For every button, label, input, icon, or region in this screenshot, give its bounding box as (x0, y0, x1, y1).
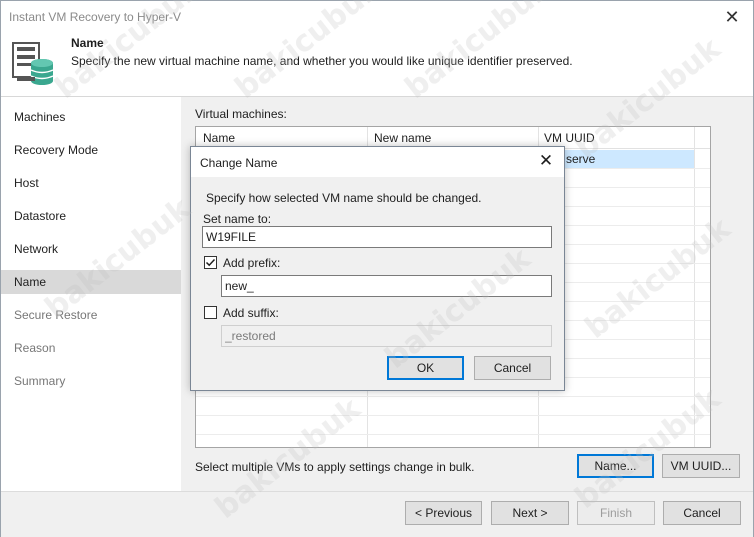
dialog-title: Change Name (200, 156, 278, 170)
previous-button[interactable]: < Previous (405, 501, 482, 525)
virtual-machines-label: Virtual machines: (195, 107, 287, 121)
window-title: Instant VM Recovery to Hyper-V (9, 10, 182, 24)
next-button[interactable]: Next > (491, 501, 569, 525)
sidebar-item-name[interactable]: Name (1, 270, 181, 294)
dialog-close-icon[interactable]: ✕ (536, 151, 556, 171)
dialog-title-bar: Change Name ✕ (191, 147, 564, 177)
suffix-checkbox[interactable] (204, 306, 217, 319)
wizard-steps-sidebar: Machines Recovery Mode Host Datastore Ne… (1, 97, 181, 491)
bulk-change-hint: Select multiple VMs to apply settings ch… (195, 460, 475, 474)
title-bar: Instant VM Recovery to Hyper-V ✕ (1, 1, 753, 33)
change-name-dialog: Change Name ✕ Specify how selected VM na… (190, 146, 565, 391)
row-divider (196, 415, 710, 416)
row-divider (196, 434, 710, 435)
vm-uuid-button[interactable]: VM UUID... (662, 454, 740, 478)
cancel-button[interactable]: Cancel (663, 501, 741, 525)
column-divider (694, 127, 695, 447)
column-header-name[interactable]: Name (203, 131, 235, 145)
wizard-header: Name Specify the new virtual machine nam… (1, 33, 753, 97)
row-divider (196, 396, 710, 397)
sidebar-item-host[interactable]: Host (1, 171, 181, 195)
sidebar-item-summary: Summary (14, 374, 66, 388)
dialog-instruction: Specify how selected VM name should be c… (206, 191, 482, 205)
sidebar-item-secure-restore: Secure Restore (14, 308, 98, 322)
sidebar-item-datastore[interactable]: Datastore (1, 204, 181, 228)
finish-button: Finish (577, 501, 655, 525)
prefix-input[interactable] (221, 275, 552, 297)
sidebar-item-reason: Reason (14, 341, 56, 355)
selected-row-uuid-cell: serve (566, 152, 596, 166)
prefix-checkbox[interactable] (204, 256, 217, 269)
prefix-label: Add prefix: (223, 256, 281, 270)
name-button[interactable]: Name... (577, 454, 654, 478)
vm-server-icon (12, 42, 54, 85)
window-close-icon[interactable]: ✕ (717, 5, 747, 29)
wizard-window: Instant VM Recovery to Hyper-V ✕ Name Sp… (0, 0, 754, 537)
column-header-new-name[interactable]: New name (374, 131, 431, 145)
set-name-input[interactable] (202, 226, 552, 248)
dialog-body: Specify how selected VM name should be c… (191, 177, 564, 390)
page-description: Specify the new virtual machine name, an… (71, 54, 573, 68)
sidebar-item-machines[interactable]: Machines (1, 105, 181, 129)
column-header-vm-uuid[interactable]: VM UUID (544, 131, 595, 145)
sidebar-item-network[interactable]: Network (1, 237, 181, 261)
suffix-label: Add suffix: (223, 306, 279, 320)
dialog-cancel-button[interactable]: Cancel (474, 356, 551, 380)
dialog-ok-button[interactable]: OK (387, 356, 464, 380)
sidebar-item-recovery-mode[interactable]: Recovery Mode (1, 138, 181, 162)
checkmark-icon (205, 258, 216, 267)
suffix-input (221, 325, 552, 347)
set-name-label: Set name to: (203, 212, 272, 226)
page-title: Name (71, 36, 104, 50)
